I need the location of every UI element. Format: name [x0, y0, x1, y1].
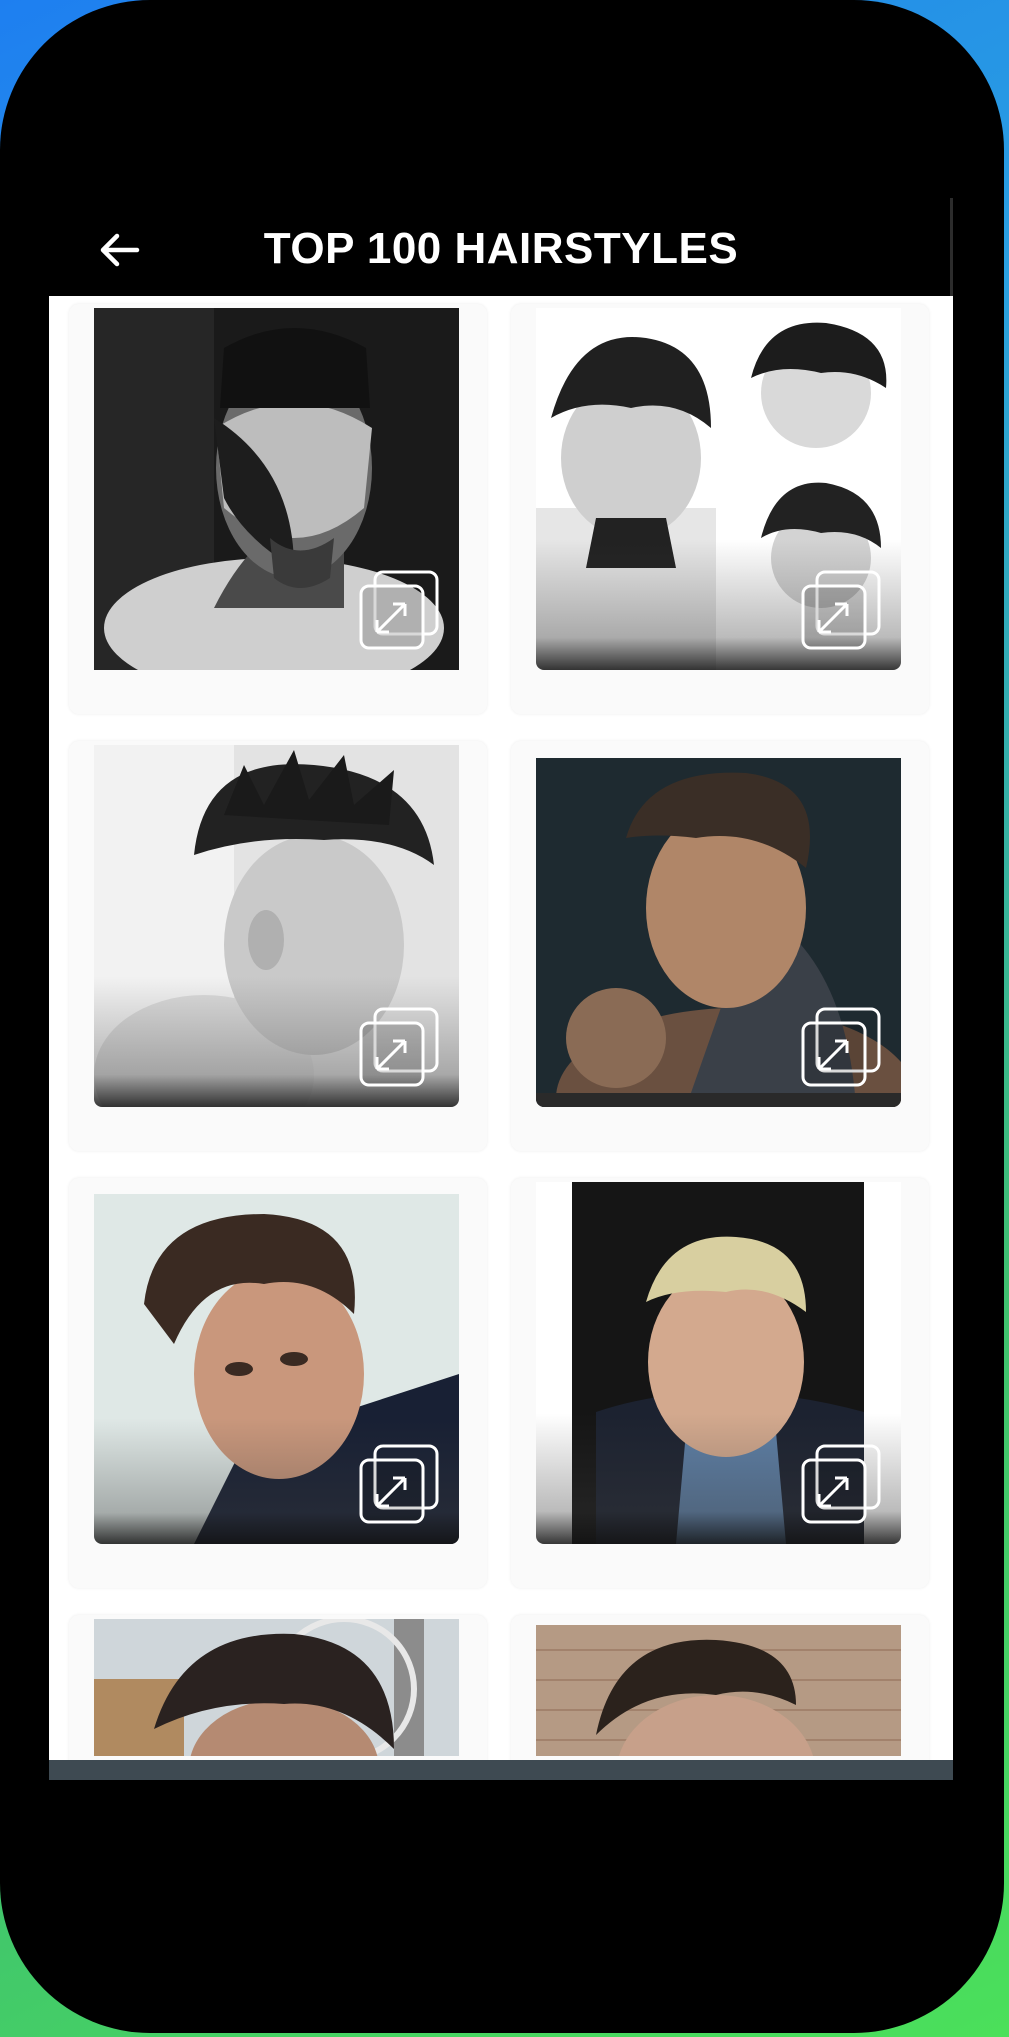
hairstyle-card[interactable] — [511, 1178, 929, 1588]
app-screen: TOP 100 HAIRSTYLES — [49, 198, 953, 1790]
hairstyle-card[interactable] — [69, 741, 487, 1151]
app-bar: TOP 100 HAIRSTYLES — [49, 198, 953, 296]
back-button[interactable] — [89, 220, 149, 280]
divider — [950, 198, 953, 296]
expand-icon[interactable] — [801, 1007, 881, 1087]
device-frame: TOP 100 HAIRSTYLES — [0, 0, 1004, 2033]
hairstyle-image[interactable] — [536, 1182, 901, 1544]
expand-icon[interactable] — [359, 1444, 439, 1524]
hairstyle-card[interactable] — [511, 1615, 929, 1760]
hairstyle-image[interactable] — [94, 1194, 459, 1544]
expand-icon[interactable] — [359, 570, 439, 650]
hairstyle-grid[interactable] — [49, 296, 953, 1760]
hairstyle-card[interactable] — [69, 1178, 487, 1588]
page-title: TOP 100 HAIRSTYLES — [263, 224, 739, 273]
hairstyle-image[interactable] — [536, 1625, 901, 1756]
hairstyle-image[interactable] — [94, 308, 459, 670]
hairstyle-card[interactable] — [511, 741, 929, 1151]
hairstyle-card[interactable] — [69, 1615, 487, 1760]
hairstyle-image[interactable] — [94, 1619, 459, 1756]
expand-icon[interactable] — [801, 1444, 881, 1524]
expand-icon[interactable] — [359, 1007, 439, 1087]
expand-icon[interactable] — [801, 570, 881, 650]
hairstyle-image[interactable] — [94, 745, 459, 1107]
hairstyle-image[interactable] — [536, 308, 901, 670]
bottom-bar — [49, 1760, 953, 1780]
hairstyle-card[interactable] — [69, 304, 487, 714]
arrow-left-icon — [100, 233, 140, 267]
hairstyle-image[interactable] — [536, 758, 901, 1107]
hairstyle-card[interactable] — [511, 304, 929, 714]
